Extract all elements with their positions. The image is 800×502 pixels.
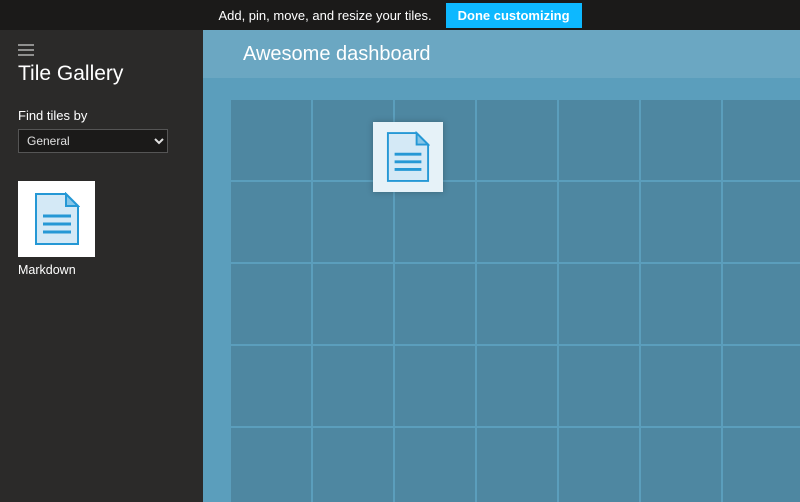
find-tiles-label: Find tiles by	[18, 108, 185, 123]
tile-grid-canvas[interactable]	[231, 100, 800, 502]
markdown-tile-thumb	[18, 181, 95, 257]
markdown-doc-icon	[34, 192, 80, 246]
gallery-tile-label: Markdown	[18, 263, 95, 277]
dashboard-canvas-area: Awesome dashboard	[203, 30, 800, 502]
hamburger-icon[interactable]	[18, 44, 34, 56]
dashboard-title: Awesome dashboard	[243, 43, 431, 66]
main-area: Tile Gallery Find tiles by General Markd…	[0, 30, 800, 502]
gallery-tile-markdown[interactable]: Markdown	[18, 181, 95, 277]
tile-gallery-sidebar: Tile Gallery Find tiles by General Markd…	[0, 30, 203, 502]
customize-hint: Add, pin, move, and resize your tiles.	[218, 8, 431, 23]
category-select[interactable]: General	[18, 129, 168, 153]
customize-top-bar: Add, pin, move, and resize your tiles. D…	[0, 0, 800, 30]
dashboard-header: Awesome dashboard	[203, 30, 800, 78]
dragging-tile-ghost[interactable]	[373, 122, 443, 192]
sidebar-title: Tile Gallery	[18, 62, 185, 86]
grid-lines	[231, 100, 800, 502]
markdown-doc-icon	[386, 131, 430, 183]
done-customizing-button[interactable]: Done customizing	[446, 3, 582, 28]
